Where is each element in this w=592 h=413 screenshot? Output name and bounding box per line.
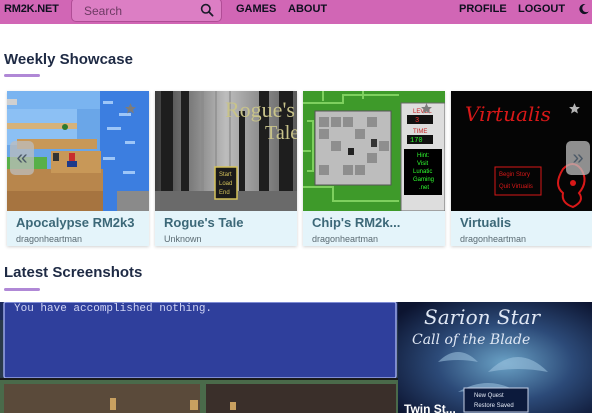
moon-icon[interactable] — [578, 3, 590, 15]
art-menu-begin: Begin Story — [499, 172, 530, 178]
hint-line-2: Visit — [417, 161, 429, 167]
card-title: Virtualis — [460, 215, 512, 230]
card-author: dragonheartman — [312, 234, 379, 244]
latest-screenshots-heading: Latest Screenshots — [4, 264, 143, 281]
title-menu-new: New Quest — [474, 393, 504, 399]
hint-line-1: Hint: — [417, 153, 430, 159]
favorite-star-icon[interactable] — [124, 102, 137, 115]
hint-line-3: Lunatic — [413, 169, 432, 175]
favorite-star-icon[interactable] — [420, 102, 433, 115]
card-author: dragonheartman — [16, 234, 83, 244]
top-navbar: RM2K.NET GAMES ABOUT PROFILE LOGOUT — [0, 0, 592, 24]
nav-logout-link[interactable]: LOGOUT — [518, 3, 565, 15]
nav-profile-link[interactable]: PROFILE — [459, 3, 507, 15]
art-title-line2: Tale — [265, 122, 297, 144]
game-subtitle: Call of the Blade — [412, 332, 530, 348]
card-title: Chip's RM2k... — [312, 215, 401, 230]
carousel-prev-button[interactable]: « — [10, 141, 34, 175]
side-value-level: 3 — [415, 117, 419, 125]
latest-screenshot-2[interactable]: Sarion Star Call of the Blade New Quest … — [398, 302, 592, 413]
latest-screenshots-underline — [4, 288, 40, 291]
card-author: Unknown — [164, 234, 202, 244]
site-logo[interactable]: RM2K.NET — [4, 3, 59, 15]
card-title: Apocalypse RM2k3 — [16, 215, 135, 230]
search-icon[interactable] — [200, 3, 214, 17]
nav-games-link[interactable]: GAMES — [236, 3, 276, 15]
hint-line-5: .net — [419, 185, 429, 191]
search-input[interactable] — [84, 3, 194, 19]
art-title-line1: Rogue's — [225, 97, 295, 122]
carousel-next-button[interactable]: » — [566, 141, 590, 175]
side-label-time: TIME — [413, 129, 427, 135]
art-menu-end: End — [219, 190, 230, 196]
game-title: Sarion Star — [424, 305, 542, 329]
card-author: dragonheartman — [460, 234, 527, 244]
search-box[interactable] — [71, 0, 222, 22]
favorite-star-icon[interactable] — [568, 102, 581, 115]
hint-line-4: Gaming — [413, 177, 434, 183]
art-title: Virtualis — [465, 102, 551, 126]
screenshot-caption: Twin St... — [404, 402, 456, 413]
title-menu-restore: Restore Saved — [474, 403, 514, 409]
side-value-time: 170 — [410, 137, 423, 145]
showcase-heading: Weekly Showcase — [4, 51, 133, 68]
showcase-card-rogues-tale[interactable]: Rogue's Tale Start Load End Rogue's Tale… — [155, 91, 297, 246]
nav-about-link[interactable]: ABOUT — [288, 3, 327, 15]
art-menu-quit: Quit Virtualis — [499, 184, 533, 190]
showcase-heading-underline — [4, 74, 40, 77]
card-title: Rogue's Tale — [164, 215, 244, 230]
card-thumbnail: Rogue's Tale Start Load End — [155, 91, 297, 211]
dialog-text: You have accomplished nothing. — [14, 303, 212, 315]
art-menu-start: Start — [219, 172, 232, 178]
showcase-card-chips-rm2k[interactable]: LEVEL 3 TIME 170 Hint: Visit Lunatic Gam… — [303, 91, 445, 246]
latest-screenshot-1[interactable]: You have accomplished nothing. — [0, 302, 398, 413]
art-menu-load: Load — [219, 181, 232, 187]
